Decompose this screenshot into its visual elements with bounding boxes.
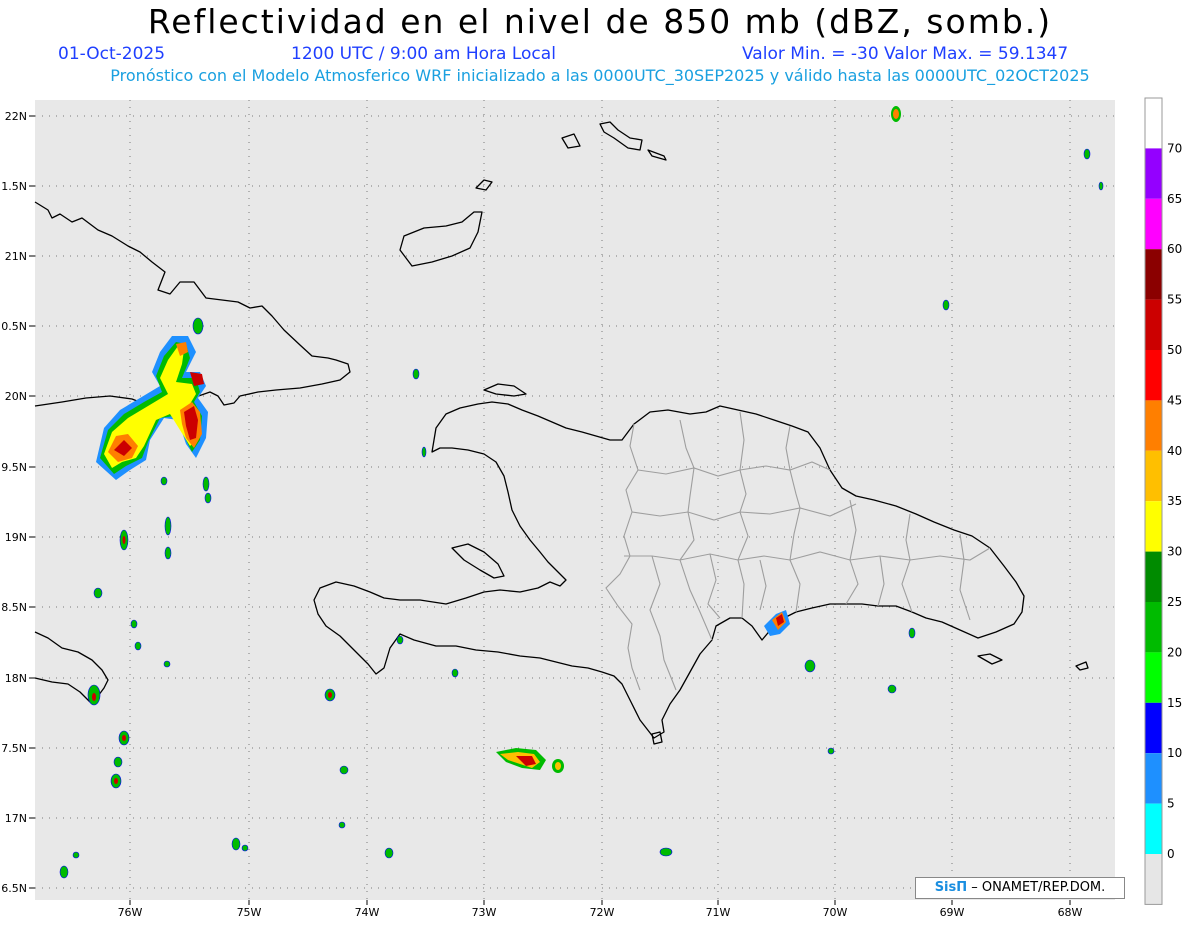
colorbar-label-30: 30 xyxy=(1167,545,1182,559)
latitude-labels: 22N 1.5N 21N 0.5N 20N 9.5N 19N 8.5N 18N … xyxy=(1,110,27,895)
lon-label-6: 70W xyxy=(823,906,848,919)
sispi-logo: SisΠ xyxy=(934,880,968,895)
colorbar-bin-0 xyxy=(1145,98,1162,149)
colorbar-label-20: 20 xyxy=(1167,645,1182,659)
lat-label-1: 1.5N xyxy=(1,180,27,193)
colorbar-bin-8 xyxy=(1145,501,1162,552)
lon-label-3: 73W xyxy=(472,906,497,919)
lon-label-0: 76W xyxy=(118,906,143,919)
colorbar-label-50: 50 xyxy=(1167,343,1182,357)
colorbar-label-45: 45 xyxy=(1167,393,1182,407)
colorbar-label-10: 10 xyxy=(1167,746,1182,760)
organization-name: – ONAMET/REP.DOM. xyxy=(971,880,1106,895)
colorbar-label-0: 0 xyxy=(1167,847,1175,861)
colorbar-bin-11 xyxy=(1145,652,1162,703)
lon-label-5: 71W xyxy=(706,906,731,919)
colorbar-bin-5 xyxy=(1145,350,1162,401)
colorbar-bin-4 xyxy=(1145,299,1162,350)
lat-label-4: 20N xyxy=(5,390,27,403)
lat-label-3: 0.5N xyxy=(1,320,27,333)
longitude-labels: 76W 75W 74W 73W 72W 71W 70W 69W 68W xyxy=(118,906,1083,919)
colorbar-bin-12 xyxy=(1145,702,1162,754)
lat-label-8: 18N xyxy=(5,672,27,685)
colorbar-bin-2 xyxy=(1145,198,1162,250)
lon-label-2: 74W xyxy=(355,906,380,919)
colorbar-label-15: 15 xyxy=(1167,696,1182,710)
colorbar-bin-9 xyxy=(1145,551,1162,602)
colorbar-label-70: 70 xyxy=(1167,141,1182,155)
lat-label-7: 8.5N xyxy=(1,601,27,614)
colorbar-bin-10 xyxy=(1145,602,1162,653)
colorbar-bin-13 xyxy=(1145,753,1162,804)
lat-label-2: 21N xyxy=(5,250,27,263)
colorbar-bin-15 xyxy=(1145,854,1162,905)
lat-label-0: 22N xyxy=(5,110,27,123)
colorbar-label-35: 35 xyxy=(1167,494,1182,508)
lon-label-4: 72W xyxy=(590,906,615,919)
colorbar-label-55: 55 xyxy=(1167,293,1182,307)
lon-label-8: 68W xyxy=(1058,906,1083,919)
colorbar-bin-6 xyxy=(1145,400,1162,451)
lon-label-7: 69W xyxy=(940,906,965,919)
reflectivity-colorbar: 7065605550454035302520151050 xyxy=(1144,97,1182,905)
plot-area xyxy=(35,100,1115,900)
lat-label-11: 6.5N xyxy=(1,882,27,895)
lon-label-1: 75W xyxy=(237,906,262,919)
colorbar-label-25: 25 xyxy=(1167,595,1182,609)
colorbar-bin-14 xyxy=(1145,803,1162,854)
lat-label-9: 7.5N xyxy=(1,742,27,755)
colorbar-bin-1 xyxy=(1145,148,1162,199)
colorbar-label-65: 65 xyxy=(1167,192,1182,206)
colorbar-bin-7 xyxy=(1145,450,1162,502)
longitude-ticks xyxy=(129,900,1071,905)
colorbar-label-40: 40 xyxy=(1167,444,1182,458)
lat-label-6: 19N xyxy=(5,531,27,544)
lat-label-5: 9.5N xyxy=(1,461,27,474)
onamet-credit: SisΠ – ONAMET/REP.DOM. xyxy=(915,877,1125,899)
colorbar-bin-3 xyxy=(1145,249,1162,300)
reflectivity-map: 22N 1.5N 21N 0.5N 20N 9.5N 19N 8.5N 18N … xyxy=(1,97,1182,919)
colorbar-label-5: 5 xyxy=(1167,797,1175,811)
lat-label-10: 17N xyxy=(5,812,27,825)
colorbar-label-60: 60 xyxy=(1167,242,1182,256)
latitude-ticks xyxy=(29,115,35,889)
